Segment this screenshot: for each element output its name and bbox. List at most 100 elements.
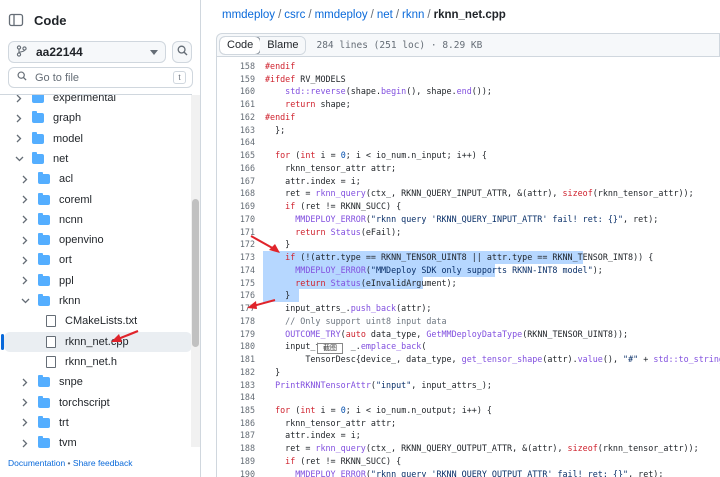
code-view: 190 MMDEPLOY_ERROR("rknn query 'RKNN_QUE… [216, 56, 720, 477]
chevron-right-icon[interactable] [20, 214, 30, 226]
line-number[interactable]: 167 [217, 175, 255, 188]
tree-item-label: tvm [59, 437, 77, 448]
tree-item-label: ort [59, 254, 72, 267]
tree-item-label: model [53, 132, 83, 145]
line-number[interactable]: 175 [217, 277, 255, 290]
tree-folder-item[interactable]: ncnn [4, 210, 192, 230]
chevron-right-icon[interactable] [20, 397, 30, 409]
breadcrumb-rknn[interactable]: rknn [402, 9, 424, 21]
breadcrumb-net[interactable]: net [377, 9, 393, 21]
search-button[interactable] [172, 41, 192, 63]
chevron-right-icon[interactable] [20, 194, 30, 206]
line-number[interactable]: 158 [217, 60, 255, 73]
line-number[interactable]: 185 [217, 404, 255, 417]
line-number[interactable]: 190 [217, 468, 255, 477]
code-text: }; [265, 124, 286, 135]
line-number[interactable]: 178 [217, 315, 255, 328]
line-number[interactable]: 165 [217, 149, 255, 162]
chevron-right-icon[interactable] [14, 133, 24, 145]
tree-folder-item[interactable]: graph [4, 108, 192, 128]
chevron-right-icon[interactable] [20, 173, 30, 185]
tree-folder-item[interactable]: coreml [4, 190, 192, 210]
chevron-right-icon[interactable] [20, 254, 30, 266]
tab-code[interactable]: Code [220, 36, 262, 54]
file-icon [46, 315, 56, 328]
tree-file-item[interactable]: rknn_net.h [4, 352, 192, 372]
chevron-right-icon[interactable] [14, 112, 24, 124]
chevron-right-icon[interactable] [20, 417, 30, 429]
line-number[interactable]: 162 [217, 111, 255, 124]
sidebar-title: Code [34, 12, 67, 28]
file-tree-scrollbar[interactable] [191, 95, 200, 447]
file-tree-sidebar: Code aa22144 Go to file t experimental gr… [0, 0, 201, 477]
share-feedback-link[interactable]: Share feedback [73, 458, 133, 468]
tab-blame[interactable]: Blame [260, 36, 306, 54]
branch-selector[interactable]: aa22144 [8, 41, 166, 63]
tree-folder-item[interactable]: ort [4, 250, 192, 270]
tree-folder-item[interactable]: tvm [4, 433, 192, 448]
line-number[interactable]: 187 [217, 429, 255, 442]
line-number[interactable]: 174 [217, 264, 255, 277]
tree-folder-item[interactable]: rknn [4, 291, 192, 311]
code-line: 175 return Status(eInvalidArgument); [217, 276, 720, 290]
line-number[interactable]: 170 [217, 213, 255, 226]
line-number[interactable]: 188 [217, 442, 255, 455]
collapse-sidebar-icon[interactable] [8, 12, 24, 28]
chevron-down-icon[interactable] [14, 153, 24, 165]
breadcrumb-csrc[interactable]: csrc [284, 9, 305, 21]
chevron-right-icon[interactable] [14, 95, 24, 104]
tree-folder-item[interactable]: net [4, 149, 192, 169]
line-number[interactable]: 168 [217, 187, 255, 200]
code-line: 167 attr.index = i; [217, 175, 720, 188]
folder-icon [32, 111, 44, 124]
line-number[interactable]: 163 [217, 124, 255, 137]
tree-folder-item[interactable]: snpe [4, 372, 192, 392]
folder-icon [32, 95, 44, 103]
branch-row: aa22144 [8, 41, 194, 65]
tree-file-item[interactable]: CMakeLists.txt [4, 311, 192, 331]
code-text: rknn_tensor_attr attr; [265, 162, 397, 173]
line-number[interactable]: 161 [217, 98, 255, 111]
tree-folder-item[interactable]: experimental [4, 95, 192, 108]
branch-name: aa22144 [36, 45, 83, 59]
tree-folder-item[interactable]: ppl [4, 271, 192, 291]
code-line: 160 std::reverse(shape.begin(), shape.en… [217, 85, 720, 98]
line-number[interactable]: 184 [217, 391, 255, 404]
line-number[interactable]: 166 [217, 162, 255, 175]
chevron-right-icon[interactable] [20, 234, 30, 246]
code-text: ret = rknn_query(ctx_, RKNN_QUERY_OUTPUT… [265, 443, 699, 454]
chevron-down-icon[interactable] [20, 295, 30, 307]
line-number[interactable]: 159 [217, 73, 255, 86]
breadcrumb-mmdeploy[interactable]: mmdeploy [315, 9, 368, 21]
line-number[interactable]: 183 [217, 379, 255, 392]
chevron-right-icon[interactable] [20, 275, 30, 287]
tree-folder-item[interactable]: model [4, 129, 192, 149]
documentation-link[interactable]: Documentation [8, 458, 65, 468]
code-line: 177 input_attrs_.push_back(attr); [217, 302, 720, 315]
file-icon [46, 355, 56, 368]
line-number[interactable]: 160 [217, 85, 255, 98]
tree-folder-item[interactable]: openvino [4, 230, 192, 250]
tree-file-item[interactable]: rknn_net.cpp [1, 331, 192, 352]
chevron-right-icon[interactable] [20, 437, 30, 448]
line-number[interactable]: 179 [217, 328, 255, 341]
go-to-file-input[interactable]: Go to file t [8, 67, 193, 88]
scrollbar-thumb[interactable] [192, 199, 199, 347]
tree-folder-item[interactable]: acl [4, 169, 192, 189]
tree-item-label: acl [59, 173, 74, 186]
line-number[interactable]: 180 [217, 340, 255, 353]
line-number[interactable]: 169 [217, 200, 255, 213]
line-number[interactable]: 182 [217, 366, 255, 379]
code-text: rknn_tensor_attr attr; [265, 417, 397, 428]
tree-folder-item[interactable]: torchscript [4, 393, 192, 413]
tree-folder-item[interactable]: trt [4, 413, 192, 433]
chevron-right-icon[interactable] [20, 376, 30, 388]
line-number[interactable]: 186 [217, 417, 255, 430]
breadcrumb-repo[interactable]: mmdeploy [222, 9, 275, 21]
code-line: 183 PrintRKNNTensorAttr("input", input_a… [217, 379, 720, 392]
line-number[interactable]: 189 [217, 455, 255, 468]
line-number[interactable]: 181 [217, 353, 255, 366]
line-number[interactable]: 164 [217, 136, 255, 149]
code-text: } [265, 366, 281, 377]
code-line: 181 TensorDesc{device_, data_type, get_t… [217, 353, 720, 366]
